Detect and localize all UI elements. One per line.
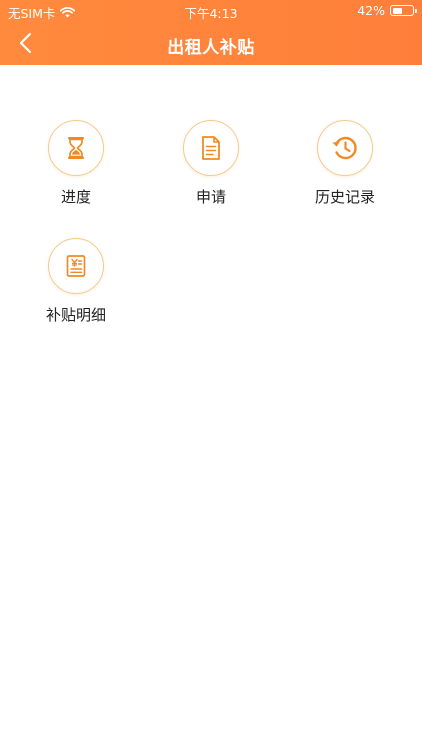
- tile-apply[interactable]: 申请: [156, 120, 266, 215]
- history-clock-icon: [332, 136, 357, 160]
- tile-label: 补贴明细: [45, 306, 106, 324]
- document-icon: [202, 136, 220, 160]
- tile-label: 进度: [60, 188, 91, 206]
- tile-icon-ring: [183, 120, 239, 176]
- tile-subsidy-details[interactable]: 补贴明细: [21, 238, 131, 333]
- status-bar: 无SIM卡 下午4:13 42%: [0, 0, 422, 22]
- tile-label: 历史记录: [314, 188, 375, 206]
- navigation-bar: 出租人补贴: [0, 22, 422, 65]
- tile-icon-ring: [317, 120, 373, 176]
- battery-status: 42%: [357, 3, 417, 18]
- tile-label: 申请: [195, 188, 226, 206]
- battery-icon: [390, 5, 417, 16]
- tile-history[interactable]: 历史记录: [290, 120, 400, 215]
- battery-percent: 42%: [357, 3, 385, 18]
- header-bar: 无SIM卡 下午4:13 42% 出租人补贴: [0, 0, 422, 65]
- yuan-receipt-icon: [66, 255, 86, 277]
- page-title: 出租人补贴: [167, 38, 255, 58]
- tile-icon-ring: [48, 238, 104, 294]
- tile-icon-ring: [48, 120, 104, 176]
- hourglass-icon: [68, 137, 84, 159]
- tile-progress[interactable]: 进度: [21, 120, 131, 215]
